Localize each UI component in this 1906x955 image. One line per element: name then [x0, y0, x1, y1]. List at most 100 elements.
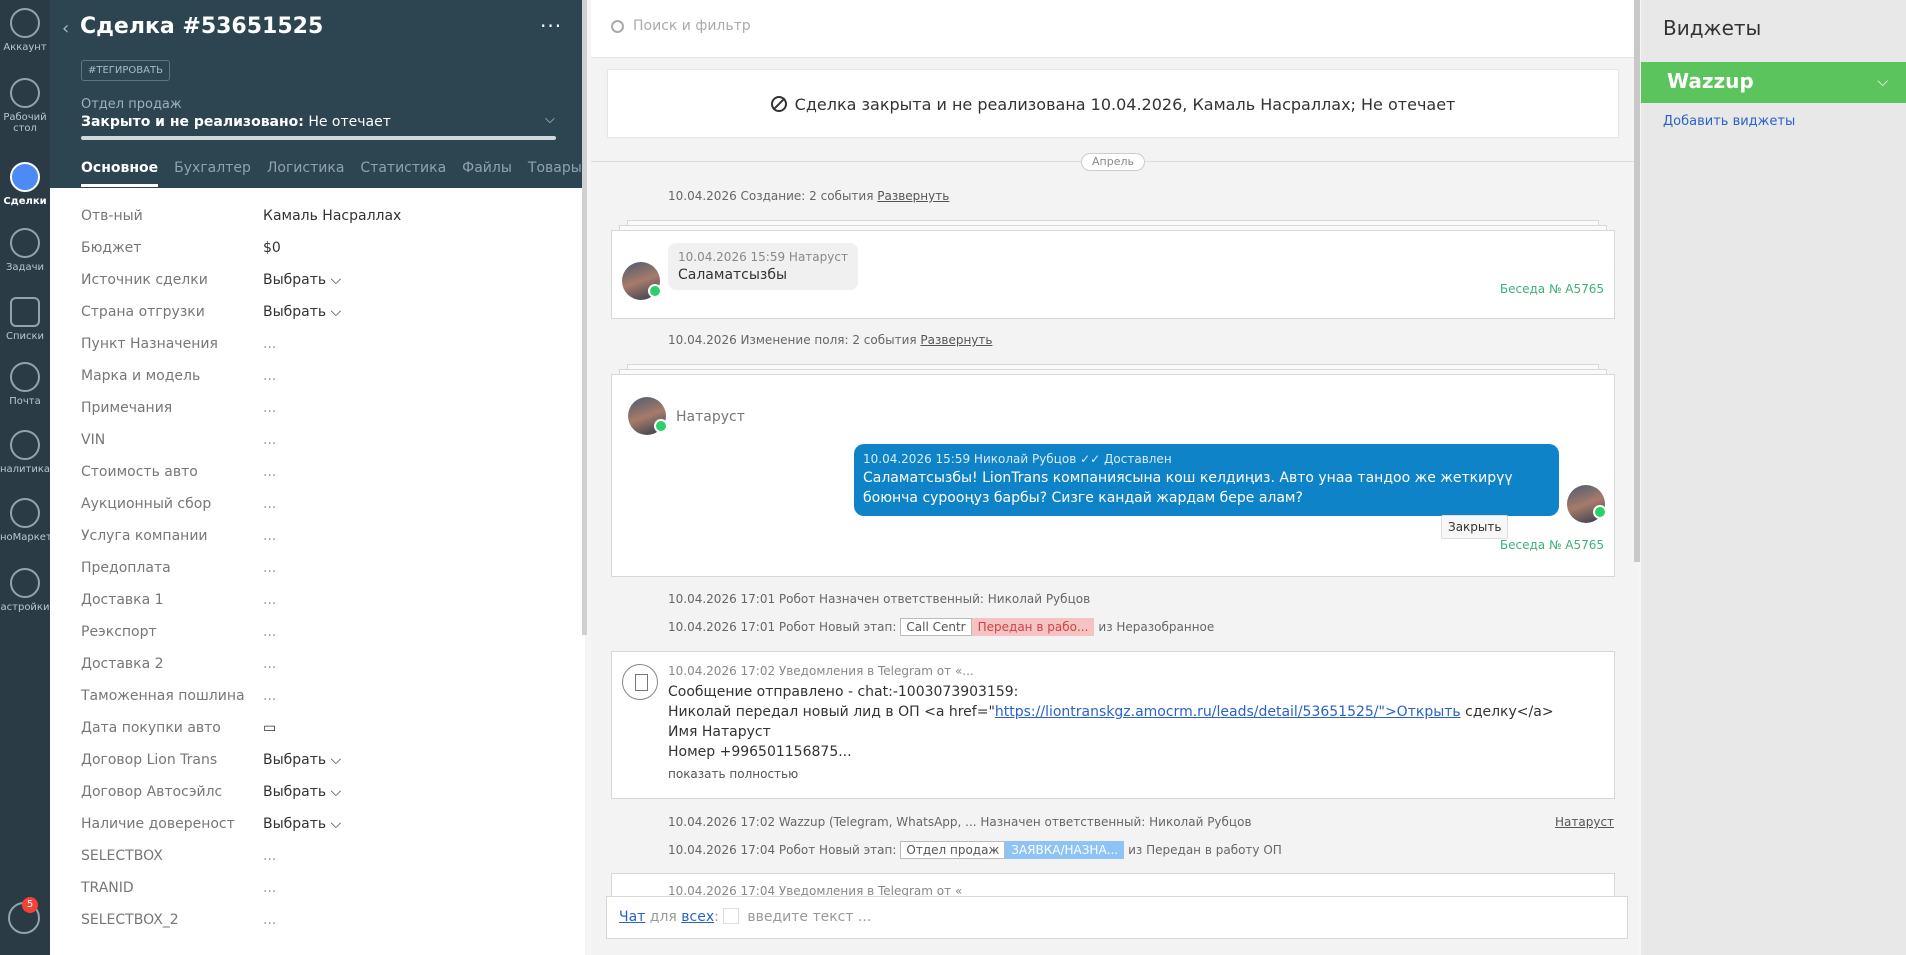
notification-badge: 5	[22, 897, 38, 913]
whatsapp-icon	[1593, 505, 1607, 519]
expand-link[interactable]: Развернуть	[920, 333, 992, 347]
tab-statistics[interactable]: Статистика	[360, 160, 446, 184]
field-value[interactable]: Выбрать ⌵	[263, 784, 341, 800]
create-note: 10.04.2026 Создание: 2 события Развернут…	[668, 189, 950, 203]
field-value[interactable]: Камаль Насраллах	[263, 208, 401, 224]
deal-fields: Отв-ный Камаль Насраллах Бюджет $0 Источник …	[81, 208, 561, 944]
deal-header: ‹ Сделка #53651525 ··· #ТЕГИРОВАТЬ Отдел…	[50, 0, 585, 188]
channel-chat-link[interactable]: Чат	[619, 909, 645, 925]
search-input[interactable]	[633, 18, 1233, 34]
add-widgets-link[interactable]: Добавить виджеты	[1663, 114, 1795, 129]
dollar-icon	[10, 162, 40, 192]
field-value[interactable]: ...	[263, 464, 276, 480]
field-row: Доставка 2...	[81, 656, 561, 688]
field-label: Стоимость авто	[81, 464, 198, 480]
pipeline-status[interactable]: Закрыто и не реализовано: Не отечает	[81, 114, 391, 130]
expand-link[interactable]: Развернуть	[877, 189, 949, 203]
tag-button[interactable]: #ТЕГИРОВАТЬ	[81, 60, 170, 81]
field-label: Аукционный сбор	[81, 496, 212, 512]
nav-mail[interactable]: Почта	[0, 362, 50, 407]
message-text: Саламатсызбы! LionTrans компаниясына кош…	[863, 470, 1513, 506]
stage-name: Передан в рабо...	[971, 618, 1095, 636]
nav-settings[interactable]: астройки	[0, 568, 50, 613]
deal-title[interactable]: Сделка #53651525	[80, 14, 323, 39]
field-label: SELECTBOX	[81, 848, 163, 864]
field-value[interactable]: ...	[263, 496, 276, 512]
conversation-link[interactable]: Беседа № А5765	[1500, 538, 1604, 552]
field-value[interactable]: ...	[263, 592, 276, 608]
incoming-bubble: 10.04.2026 15:59 Натаруст Саламатсызбы	[668, 243, 858, 290]
nav-account[interactable]: Аккаунт	[0, 8, 50, 53]
tab-main[interactable]: Основное	[81, 160, 159, 187]
message-text: Саламатсызбы	[678, 267, 788, 283]
field-label: Дата покупки авто	[81, 720, 221, 736]
field-value[interactable]: ▭	[263, 720, 276, 736]
widgets-panel: Виджеты Wazzup ⌵ Добавить виджеты	[1641, 0, 1906, 955]
recipient-link[interactable]: всех	[681, 909, 714, 925]
left-nav: Аккаунт Рабочий стол Сделки Задачи Списк…	[0, 0, 52, 955]
nav-analytics[interactable]: налитика	[0, 430, 50, 475]
tab-files[interactable]: Файлы	[462, 160, 512, 184]
nav-dashboard[interactable]: Рабочий стол	[0, 78, 50, 134]
close-conversation-button[interactable]: Закрыть	[1441, 515, 1509, 539]
robot-stage-note: 10.04.2026 17:04 Робот Новый этап: Отдел …	[668, 841, 1282, 859]
field-label: TRANID	[81, 880, 134, 896]
field-value[interactable]: ...	[263, 688, 276, 704]
field-value[interactable]: ...	[263, 848, 276, 864]
nav-market[interactable]: ноМаркет	[0, 498, 52, 543]
left-scrollbar[interactable]	[582, 0, 587, 635]
conversation-link[interactable]: Беседа № А5765	[1500, 282, 1604, 296]
message-card: 10.04.2026 15:59 Натаруст Саламатсызбы Б…	[611, 230, 1615, 319]
back-icon[interactable]: ‹	[62, 18, 69, 39]
field-row: SELECTBOX_2...	[81, 912, 561, 944]
field-value[interactable]: ...	[263, 656, 276, 672]
field-label: Договор Lion Trans	[81, 752, 218, 768]
nav-lists[interactable]: Списки	[0, 297, 50, 342]
show-more-link[interactable]: показать полностью	[668, 767, 798, 781]
nav-tasks[interactable]: Задачи	[0, 228, 50, 273]
tab-accounting[interactable]: Бухгалтер	[174, 160, 251, 184]
wazzup-widget[interactable]: Wazzup ⌵	[1641, 62, 1906, 103]
field-value[interactable]: ...	[263, 336, 276, 352]
more-icon[interactable]: ···	[540, 14, 562, 38]
field-row: Доставка 1...	[81, 592, 561, 624]
field-label: Доставка 1	[81, 592, 164, 608]
closed-banner: Сделка закрыта и не реализована 10.04.20…	[607, 69, 1619, 138]
tab-logistics[interactable]: Логистика	[267, 160, 345, 184]
field-value[interactable]: Выбрать ⌵	[263, 272, 341, 288]
field-value[interactable]: Выбрать ⌵	[263, 304, 341, 320]
telegram-body: Сообщение отправлено - chat:-10030739031…	[668, 684, 1554, 760]
outgoing-bubble: 10.04.2026 15:59 Николай Рубцов ✓✓ Доста…	[854, 444, 1559, 516]
field-value[interactable]: ...	[263, 400, 276, 416]
field-value[interactable]: ...	[263, 432, 276, 448]
field-value[interactable]: Выбрать ⌵	[263, 752, 341, 768]
chevron-down-icon[interactable]: ⌵	[1877, 74, 1888, 90]
field-value[interactable]: ...	[263, 624, 276, 640]
field-value[interactable]: ...	[263, 560, 276, 576]
field-label: Отв-ный	[81, 208, 143, 224]
whatsapp-icon	[654, 419, 668, 433]
lead-link[interactable]: https://liontranskgz.amocrm.ru/leads/det…	[995, 704, 1461, 720]
pipeline-label: Отдел продаж	[81, 97, 182, 112]
field-value[interactable]: Выбрать ⌵	[263, 816, 341, 832]
field-value[interactable]: ...	[263, 528, 276, 544]
field-value[interactable]: ...	[263, 368, 276, 384]
feed-scrollbar[interactable]	[1634, 0, 1640, 562]
field-value[interactable]: ...	[263, 880, 276, 896]
chevron-down-icon[interactable]: ⌵	[545, 112, 555, 127]
nav-deals[interactable]: Сделки	[0, 162, 50, 207]
tab-products[interactable]: Товары	[528, 160, 582, 184]
contact-link[interactable]: Натаруст	[1555, 815, 1614, 829]
field-label: Страна отгрузки	[81, 304, 205, 320]
field-label: Доставка 2	[81, 656, 164, 672]
message-composer[interactable]: Чат для всех: введите текст ...	[606, 896, 1628, 939]
composer-placeholder[interactable]: введите текст ...	[743, 909, 871, 925]
change-note: 10.04.2026 Изменение поля: 2 события Раз…	[668, 333, 993, 347]
field-value[interactable]: $0	[263, 240, 281, 256]
field-row: Таможенная пошлина...	[81, 688, 561, 720]
chat-contact[interactable]: Натаруст	[676, 409, 745, 425]
message-meta: 10.04.2026 15:59 Натаруст	[678, 250, 848, 264]
chevron-down-icon[interactable]	[722, 908, 739, 924]
field-value[interactable]: ...	[263, 912, 276, 928]
field-row: Примечания...	[81, 400, 561, 432]
